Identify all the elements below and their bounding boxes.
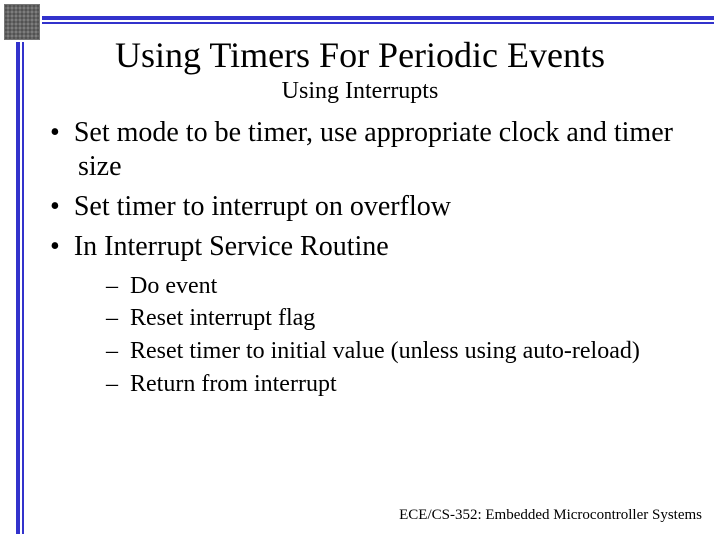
- sub-bullet-text: Reset timer to initial value (unless usi…: [130, 338, 640, 364]
- bullet-text: Set timer to interrupt on overflow: [74, 191, 451, 222]
- left-thick-bar: [16, 42, 20, 534]
- left-thin-bar: [22, 42, 24, 534]
- list-item: Set timer to interrupt on overflow: [50, 190, 680, 224]
- sub-bullet-list: Do event Reset interrupt flag Reset time…: [78, 271, 680, 400]
- sub-bullet-text: Do event: [130, 273, 217, 299]
- list-item: Reset interrupt flag: [106, 303, 680, 334]
- bullet-text: Set mode to be timer, use appropriate cl…: [74, 117, 673, 182]
- bullet-list: Set mode to be timer, use appropriate cl…: [50, 116, 680, 400]
- slide-footer: ECE/CS-352: Embedded Microcontroller Sys…: [399, 507, 702, 524]
- top-thick-bar: [42, 16, 714, 20]
- slide-title: Using Timers For Periodic Events: [0, 34, 720, 76]
- sub-bullet-text: Return from interrupt: [130, 371, 337, 397]
- top-thin-bar: [42, 22, 714, 24]
- slide: Using Timers For Periodic Events Using I…: [0, 0, 720, 540]
- sub-bullet-text: Reset interrupt flag: [130, 305, 315, 331]
- bullet-text: In Interrupt Service Routine: [74, 231, 389, 262]
- list-item: Do event: [106, 271, 680, 302]
- list-item: Reset timer to initial value (unless usi…: [106, 336, 680, 367]
- list-item: In Interrupt Service Routine Do event Re…: [50, 230, 680, 399]
- slide-subtitle: Using Interrupts: [0, 78, 720, 105]
- list-item: Set mode to be timer, use appropriate cl…: [50, 116, 680, 184]
- list-item: Return from interrupt: [106, 369, 680, 400]
- slide-content: Set mode to be timer, use appropriate cl…: [50, 116, 680, 406]
